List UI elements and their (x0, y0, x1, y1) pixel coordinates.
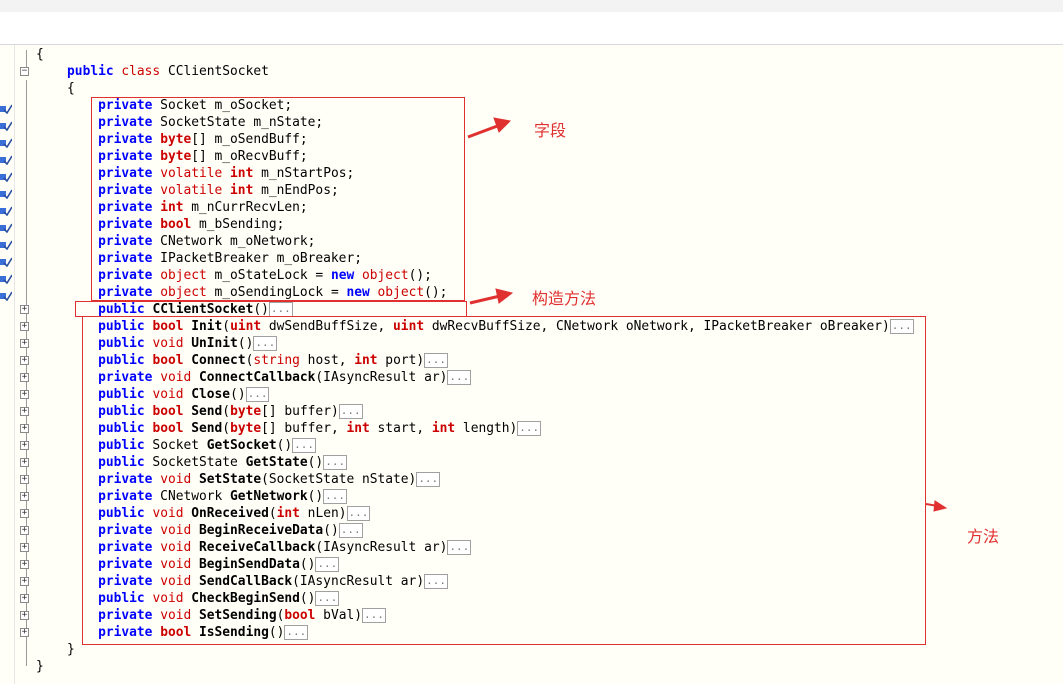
expand-toggle-icon[interactable]: + (20, 475, 29, 484)
expand-toggle-icon[interactable]: + (20, 356, 29, 365)
methods-annotation: 方法 (967, 527, 1000, 546)
expand-toggle-icon[interactable]: + (20, 305, 29, 314)
arrow-fields (467, 117, 512, 139)
field-member-icon (0, 150, 13, 166)
arrow-constructor (469, 288, 514, 305)
expand-toggle-icon[interactable]: + (20, 560, 29, 569)
field-member-icon (0, 116, 13, 132)
field-member-icon (0, 133, 13, 149)
expand-toggle-icon[interactable]: + (20, 543, 29, 552)
expand-toggle-icon[interactable]: + (20, 492, 29, 501)
expand-toggle-icon[interactable]: + (20, 390, 29, 399)
fields-annotation: 字段 (534, 121, 567, 140)
expand-toggle-icon[interactable]: + (20, 373, 29, 382)
field-member-icon (0, 252, 13, 268)
field-member-icon (0, 218, 13, 234)
annotation-arrows (467, 117, 948, 512)
expand-toggle-icon[interactable]: + (20, 441, 29, 450)
field-member-icon (0, 99, 13, 115)
expand-toggle-icon[interactable]: + (20, 458, 29, 467)
expand-toggle-icon[interactable]: + (20, 407, 29, 416)
field-member-icon (0, 235, 13, 251)
constructor-annotation: 构造方法 (532, 289, 597, 308)
field-member-icon (0, 201, 13, 217)
expand-toggle-icon[interactable]: + (20, 611, 29, 620)
collapse-toggle-icon[interactable]: − (20, 67, 29, 76)
expand-toggle-icon[interactable]: + (20, 526, 29, 535)
field-member-icon (0, 286, 13, 302)
expand-toggle-icon[interactable]: + (20, 339, 29, 348)
field-member-icon (0, 184, 13, 200)
expand-toggle-icon[interactable]: + (20, 322, 29, 331)
expand-toggle-icon[interactable]: + (20, 594, 29, 603)
expand-toggle-icon[interactable]: + (20, 424, 29, 433)
field-member-icon (0, 269, 13, 285)
expand-toggle-icon[interactable]: + (20, 628, 29, 637)
expand-toggle-icon[interactable]: + (20, 509, 29, 518)
expand-toggle-icon[interactable]: + (20, 577, 29, 586)
arrow-methods (925, 500, 948, 512)
field-member-icon (0, 167, 13, 183)
